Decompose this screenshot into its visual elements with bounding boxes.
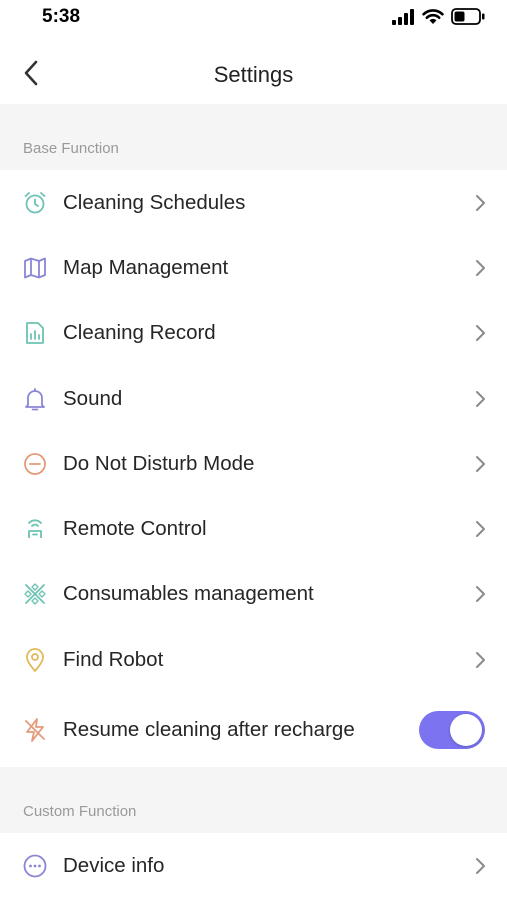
chevron-right-icon [476,521,485,538]
settings-item-label: Sound [63,386,123,410]
toggle-knob [450,714,482,747]
settings-item-label: Find Robot [63,647,164,671]
chevron-right-icon [476,651,485,668]
status-time: 5:38 [42,6,81,27]
remote-control-icon [22,516,48,542]
section-label-custom: Custom Function [23,803,137,820]
chevron-right-icon [476,586,485,603]
more-circle-icon [22,853,48,879]
minus-circle-icon [22,451,48,477]
chevron-right-icon [476,390,485,407]
settings-item-label: Map Management [63,255,229,279]
signal-icon [392,8,414,25]
consumables-icon [22,581,48,607]
base-function-list: Cleaning Schedules Map Management Cleani… [0,170,507,769]
resume-cleaning-toggle[interactable] [419,711,485,750]
chevron-right-icon [476,857,485,874]
section-header-base: Base Function [0,104,507,170]
chevron-right-icon [476,259,485,276]
map-icon [22,255,48,281]
battery-icon [451,8,485,25]
settings-item-find-robot[interactable]: Find Robot [0,627,507,693]
location-pin-icon [22,647,48,673]
wifi-icon [422,8,444,24]
settings-item-label: Device info [63,853,165,877]
page-title: Settings [213,62,294,87]
settings-item-consumables[interactable]: Consumables management [0,561,507,628]
nav-bar: Settings [0,46,507,102]
settings-item-label: Cleaning Record [63,321,216,345]
settings-item-remote-control[interactable]: Remote Control [0,496,507,562]
section-header-custom: Custom Function [0,767,507,833]
status-icons [391,8,485,25]
settings-item-label: Consumables management [63,582,314,606]
settings-item-map-management[interactable]: Map Management [0,235,507,301]
settings-item-resume-cleaning: Resume cleaning after recharge [0,692,507,769]
settings-item-cleaning-schedules[interactable]: Cleaning Schedules [0,170,507,236]
settings-item-label: Resume cleaning after recharge [63,718,355,742]
settings-item-device-info[interactable]: Device info [0,833,507,899]
lightning-icon [22,717,48,743]
settings-item-sound[interactable]: Sound [0,365,507,432]
section-label-base: Base Function [23,140,119,157]
chevron-right-icon [476,455,485,472]
chevron-right-icon [476,325,485,342]
bell-icon [22,386,48,412]
custom-function-list: Device info [0,833,507,899]
settings-item-label: Cleaning Schedules [63,190,246,214]
settings-item-do-not-disturb[interactable]: Do Not Disturb Mode [0,431,507,497]
report-icon [22,320,48,346]
settings-item-cleaning-record[interactable]: Cleaning Record [0,300,507,366]
chevron-right-icon [476,194,485,211]
alarm-clock-icon [22,190,48,216]
settings-item-label: Remote Control [63,517,207,541]
status-bar: 5:38 [0,0,507,36]
settings-item-label: Do Not Disturb Mode [63,451,255,475]
